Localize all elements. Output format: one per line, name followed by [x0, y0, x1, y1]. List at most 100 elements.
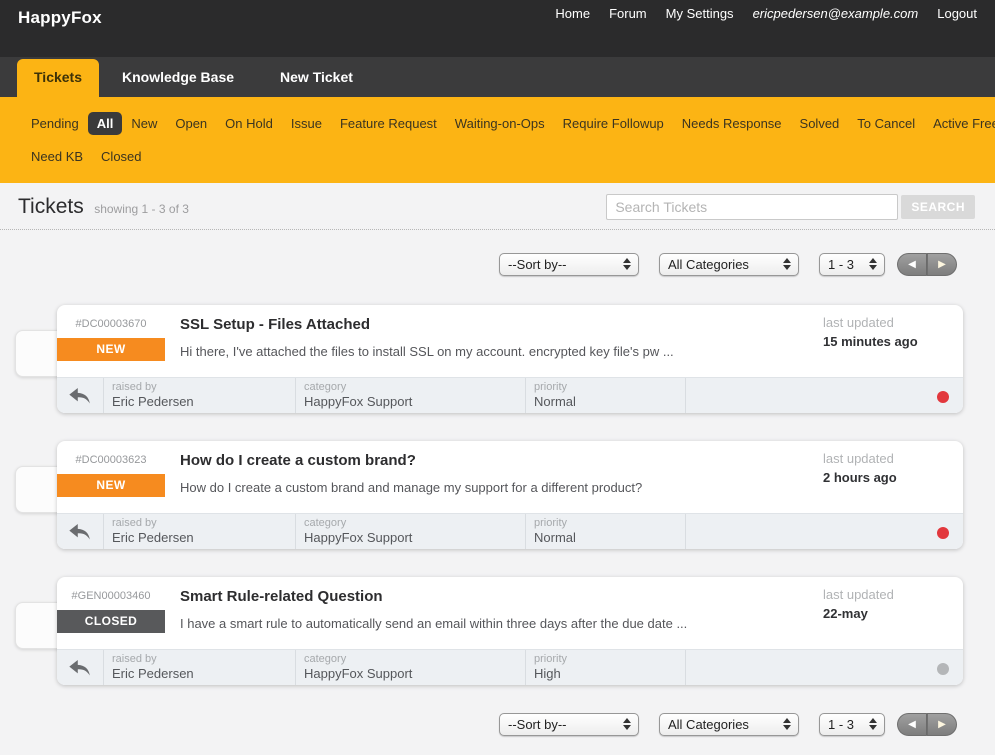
status-badge: NEW [57, 338, 165, 361]
priority-label: priority [534, 381, 685, 394]
next-page-button[interactable]: ▶ [927, 713, 957, 736]
reply-icon[interactable] [57, 650, 103, 685]
priority-value: Normal [534, 530, 685, 545]
raised-by-value: Eric Pedersen [112, 394, 295, 409]
category-value: HappyFox Support [304, 394, 525, 409]
category-label: category [304, 381, 525, 394]
filter-require-followup[interactable]: Require Followup [554, 112, 673, 135]
status-dot-cell [685, 378, 963, 413]
status-filter-bar: Pending All New Open On Hold Issue Featu… [0, 97, 995, 183]
category-cell: category HappyFox Support [295, 650, 525, 685]
last-updated: last updated 15 minutes ago [823, 315, 973, 349]
filter-waiting-on-ops[interactable]: Waiting-on-Ops [446, 112, 554, 135]
list-title-group: Tickets showing 1 - 3 of 3 [18, 195, 189, 219]
category-cell: category HappyFox Support [295, 378, 525, 413]
filter-closed[interactable]: Closed [92, 145, 150, 168]
list-controls-bottom: --Sort by-- All Categories 1 - 3 ◀ ▶ [0, 713, 995, 736]
ticket-title[interactable]: Smart Rule-related Question [180, 588, 383, 605]
priority-label: priority [534, 653, 685, 666]
nav-forum[interactable]: Forum [609, 6, 647, 57]
last-updated-value: 15 minutes ago [823, 334, 973, 349]
last-updated-label: last updated [823, 451, 973, 466]
priority-label: priority [534, 517, 685, 530]
category-value: HappyFox Support [304, 530, 525, 545]
nav-user-email[interactable]: ericpedersen@example.com [753, 6, 919, 57]
showing-count: showing 1 - 3 of 3 [94, 202, 189, 216]
last-updated-value: 2 hours ago [823, 470, 973, 485]
filter-need-kb[interactable]: Need KB [22, 145, 92, 168]
ticket-card[interactable]: #GEN00003460 CLOSED Smart Rule-related Q… [57, 577, 963, 685]
filter-all[interactable]: All [88, 112, 123, 135]
nav-logout[interactable]: Logout [937, 6, 977, 57]
filter-issue[interactable]: Issue [282, 112, 331, 135]
left-arrow-icon: ◀ [908, 259, 916, 270]
search-input[interactable] [606, 194, 898, 220]
next-page-button[interactable]: ▶ [927, 253, 957, 276]
last-updated-label: last updated [823, 315, 973, 330]
ticket-card-body: #DC00003670 NEW SSL Setup - Files Attach… [57, 305, 963, 377]
list-controls-top: --Sort by-- All Categories 1 - 3 ◀ ▶ [0, 253, 995, 276]
main-tab-bar: Tickets Knowledge Base New Ticket [0, 57, 995, 97]
ticket-card[interactable]: #DC00003670 NEW SSL Setup - Files Attach… [57, 305, 963, 413]
ticket-snippet: How do I create a custom brand and manag… [180, 480, 755, 495]
ticket-snippet: Hi there, I've attached the files to ins… [180, 344, 755, 359]
ticket-title[interactable]: How do I create a custom brand? [180, 452, 416, 469]
filter-active-free[interactable]: Active Free [924, 112, 995, 135]
priority-cell: priority High [525, 650, 685, 685]
reply-icon[interactable] [57, 514, 103, 549]
status-badge: CLOSED [57, 610, 165, 633]
priority-cell: priority Normal [525, 378, 685, 413]
ticket-card-footer: raised by Eric Pedersen category HappyFo… [57, 513, 963, 549]
filter-needs-response[interactable]: Needs Response [673, 112, 791, 135]
nav-my-settings[interactable]: My Settings [666, 6, 734, 57]
category-label: category [304, 517, 525, 530]
filter-solved[interactable]: Solved [791, 112, 849, 135]
prev-page-button[interactable]: ◀ [897, 713, 927, 736]
ticket-card[interactable]: #DC00003623 NEW How do I create a custom… [57, 441, 963, 549]
category-select[interactable]: All Categories [659, 713, 799, 736]
prev-page-button[interactable]: ◀ [897, 253, 927, 276]
filter-feature-request[interactable]: Feature Request [331, 112, 446, 135]
last-updated: last updated 2 hours ago [823, 451, 973, 485]
left-arrow-icon: ◀ [908, 719, 916, 730]
tab-knowledge-base[interactable]: Knowledge Base [99, 58, 257, 97]
ticket-card-body: #DC00003623 NEW How do I create a custom… [57, 441, 963, 513]
category-select[interactable]: All Categories [659, 253, 799, 276]
pagination: ◀ ▶ [897, 253, 957, 276]
priority-value: Normal [534, 394, 685, 409]
ticket-id: #DC00003623 [57, 454, 165, 466]
pagination: ◀ ▶ [897, 713, 957, 736]
priority-cell: priority Normal [525, 514, 685, 549]
sort-select[interactable]: --Sort by-- [499, 713, 639, 736]
tab-tickets[interactable]: Tickets [17, 59, 99, 97]
nav-home[interactable]: Home [555, 6, 590, 57]
page-range-select[interactable]: 1 - 3 [819, 713, 885, 736]
category-label: category [304, 653, 525, 666]
filter-open[interactable]: Open [166, 112, 216, 135]
category-value: HappyFox Support [304, 666, 525, 681]
category-cell: category HappyFox Support [295, 514, 525, 549]
ticket-snippet: I have a smart rule to automatically sen… [180, 616, 755, 631]
reply-icon[interactable] [57, 378, 103, 413]
tab-new-ticket[interactable]: New Ticket [257, 58, 376, 97]
status-badge: NEW [57, 474, 165, 497]
filter-new[interactable]: New [122, 112, 166, 135]
filter-row-2: Need KB Closed [22, 145, 973, 168]
search-box: SEARCH [606, 194, 975, 220]
ticket-card-footer: raised by Eric Pedersen category HappyFo… [57, 649, 963, 685]
read-status-dot [937, 663, 949, 675]
unread-status-dot [937, 391, 949, 403]
ticket-title[interactable]: SSL Setup - Files Attached [180, 316, 370, 333]
filter-pending[interactable]: Pending [22, 112, 88, 135]
search-button[interactable]: SEARCH [901, 195, 975, 219]
raised-by-value: Eric Pedersen [112, 666, 295, 681]
ticket-card-wrap: #DC00003623 NEW How do I create a custom… [57, 441, 963, 549]
sort-select[interactable]: --Sort by-- [499, 253, 639, 276]
last-updated: last updated 22-may [823, 587, 973, 621]
priority-value: High [534, 666, 685, 681]
page-range-select[interactable]: 1 - 3 [819, 253, 885, 276]
filter-row-1: Pending All New Open On Hold Issue Featu… [22, 112, 973, 135]
filter-on-hold[interactable]: On Hold [216, 112, 282, 135]
last-updated-value: 22-may [823, 606, 973, 621]
filter-to-cancel[interactable]: To Cancel [848, 112, 924, 135]
